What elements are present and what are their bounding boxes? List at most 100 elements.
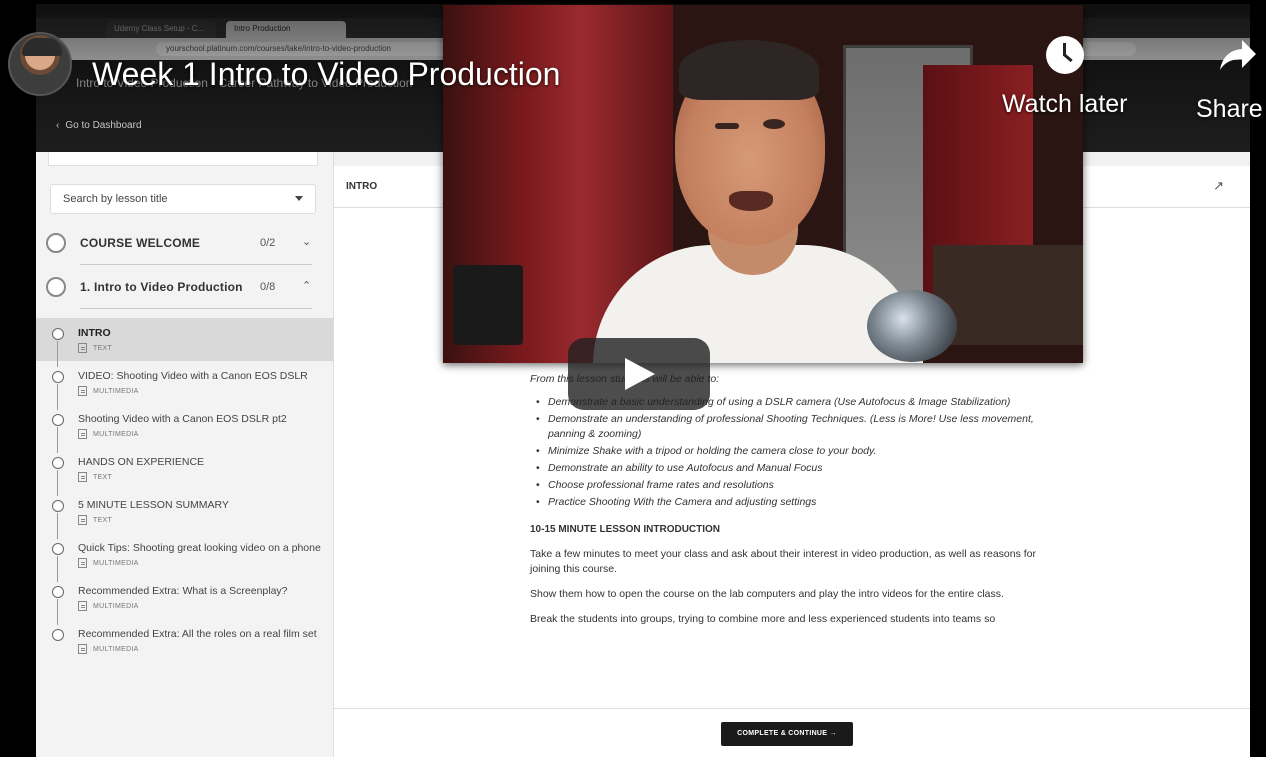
presenter-eye — [715, 123, 739, 129]
lesson-status-icon — [52, 543, 64, 555]
lesson-status-icon — [52, 414, 64, 426]
chapter-course-welcome[interactable]: COURSE WELCOME 0/2 ⌄ — [46, 228, 322, 258]
objective-item: Choose professional frame rates and reso… — [536, 478, 1050, 493]
lesson-title: Recommended Extra: What is a Screenplay? — [78, 585, 288, 597]
chapter-intro-video-production[interactable]: 1. Intro to Video Production 0/8 ⌃ — [46, 272, 322, 302]
lesson-type-label: TEXT — [93, 473, 113, 481]
lesson-title: Recommended Extra: All the roles on a re… — [78, 628, 317, 640]
lesson-status-icon — [52, 457, 64, 469]
divider — [80, 308, 312, 309]
presenter-hair — [679, 40, 819, 100]
document-icon — [78, 515, 87, 525]
objective-item: Minimize Shake with a tripod or holding … — [536, 444, 1050, 459]
chevron-left-icon: ‹ — [56, 120, 60, 131]
lesson-status-icon — [52, 371, 64, 383]
course-sidebar: Search by lesson title COURSE WELCOME 0/… — [36, 152, 334, 757]
lesson-status-icon — [52, 328, 64, 340]
presenter-eye — [763, 119, 785, 129]
lesson-type-label: MULTIMEDIA — [93, 387, 139, 395]
objectives-list: Demonstrate a basic understanding of usi… — [530, 395, 1050, 510]
document-icon — [78, 601, 87, 611]
lesson-status-icon — [52, 586, 64, 598]
chevron-up-icon[interactable]: ⌃ — [302, 279, 311, 292]
lesson-search-select[interactable]: Search by lesson title — [50, 184, 316, 214]
lesson-type: MULTIMEDIA — [78, 429, 321, 439]
lesson-type: MULTIMEDIA — [78, 644, 321, 654]
watch-later-label: Watch later — [1002, 90, 1128, 118]
lesson-type-label: MULTIMEDIA — [93, 602, 139, 610]
document-icon — [78, 558, 87, 568]
expand-icon[interactable]: ↗ — [1213, 178, 1224, 194]
microphone — [867, 290, 957, 362]
browser-tab[interactable]: Udemy Class Setup - C... — [106, 21, 216, 38]
lesson-type-label: TEXT — [93, 516, 113, 524]
video-title[interactable]: Week 1 Intro to Video Production — [92, 56, 560, 93]
lesson-type: MULTIMEDIA — [78, 601, 321, 611]
lesson-list: INTRO TEXT VIDEO: Shooting Video with a … — [36, 318, 333, 662]
objective-item: Demonstrate an ability to use Autofocus … — [536, 461, 1050, 476]
paragraph: Show them how to open the course on the … — [530, 588, 1004, 600]
lesson-type-label: MULTIMEDIA — [93, 645, 139, 653]
lesson-type: TEXT — [78, 472, 321, 482]
back-to-dashboard-link[interactable]: ‹ Go to Dashboard — [56, 120, 148, 131]
lesson-item[interactable]: 5 MINUTE LESSON SUMMARY TEXT — [36, 490, 333, 539]
document-icon — [78, 644, 87, 654]
lesson-item[interactable]: Quick Tips: Shooting great looking video… — [36, 533, 333, 582]
lesson-title: 5 MINUTE LESSON SUMMARY — [78, 499, 229, 511]
complete-continue-button[interactable]: COMPLETE & CONTINUE → — [721, 722, 853, 746]
lesson-item[interactable]: Shooting Video with a Canon EOS DSLR pt2… — [36, 404, 333, 453]
share-label: Share — [1196, 95, 1263, 123]
watch-later-button[interactable]: Watch later — [1002, 36, 1128, 119]
lesson-type-label: TEXT — [93, 344, 113, 352]
lesson-item-intro[interactable]: INTRO TEXT — [36, 318, 333, 367]
lesson-heading: INTRO — [346, 181, 378, 192]
share-arrow-icon — [1220, 40, 1257, 70]
document-icon — [78, 386, 87, 396]
play-icon — [625, 358, 655, 390]
chevron-down-icon[interactable]: ⌄ — [302, 235, 311, 248]
lesson-title: VIDEO: Shooting Video with a Canon EOS D… — [78, 370, 308, 382]
divider — [80, 264, 312, 265]
lesson-body: From this lesson students will be able t… — [530, 372, 1050, 637]
paragraph: Take a few minutes to meet your class an… — [530, 548, 1037, 575]
chapter-title: COURSE WELCOME — [80, 236, 201, 250]
lesson-title: Quick Tips: Shooting great looking video… — [78, 542, 321, 554]
chapter-count: 0/2 — [260, 237, 276, 249]
lesson-type: TEXT — [78, 515, 321, 525]
lesson-footer: COMPLETE & CONTINUE → — [334, 708, 1250, 757]
paragraph: Break the students into groups, trying t… — [530, 613, 996, 625]
lesson-item[interactable]: Recommended Extra: All the roles on a re… — [36, 619, 333, 662]
lesson-title: Shooting Video with a Canon EOS DSLR pt2 — [78, 413, 287, 425]
lesson-status-icon — [52, 500, 64, 512]
avatar-cap — [22, 38, 62, 56]
lesson-type-label: MULTIMEDIA — [93, 430, 139, 438]
lesson-type: MULTIMEDIA — [78, 558, 321, 568]
lesson-item[interactable]: Recommended Extra: What is a Screenplay?… — [36, 576, 333, 625]
browser-tab-active[interactable]: Intro Production — [226, 21, 346, 38]
lesson-item[interactable]: HANDS ON EXPERIENCE TEXT — [36, 447, 333, 496]
presenter-mouth — [729, 191, 773, 211]
channel-avatar[interactable] — [8, 32, 72, 96]
play-button[interactable] — [568, 338, 710, 410]
lesson-type: MULTIMEDIA — [78, 386, 321, 396]
chapter-count: 0/8 — [260, 281, 276, 293]
lesson-type-label: MULTIMEDIA — [93, 559, 139, 567]
chapter-title: 1. Intro to Video Production — [80, 280, 243, 294]
lesson-status-icon — [52, 629, 64, 641]
objective-item: Practice Shooting With the Camera and ad… — [536, 495, 1050, 510]
progress-ring-icon — [46, 233, 66, 253]
objective-item: Demonstrate an understanding of professi… — [536, 412, 1050, 442]
back-label: Go to Dashboard — [65, 120, 142, 131]
sidebar-progress-box — [48, 152, 318, 166]
lesson-title: INTRO — [78, 327, 111, 339]
document-icon — [78, 343, 87, 353]
section-heading: 10-15 MINUTE LESSON INTRODUCTION — [530, 524, 721, 535]
caret-down-icon — [295, 196, 303, 201]
share-button[interactable]: Share — [1196, 36, 1263, 124]
search-placeholder: Search by lesson title — [63, 193, 168, 205]
document-icon — [78, 429, 87, 439]
lesson-type: TEXT — [78, 343, 321, 353]
document-icon — [78, 472, 87, 482]
lesson-item[interactable]: VIDEO: Shooting Video with a Canon EOS D… — [36, 361, 333, 410]
studio-speaker — [453, 265, 523, 345]
